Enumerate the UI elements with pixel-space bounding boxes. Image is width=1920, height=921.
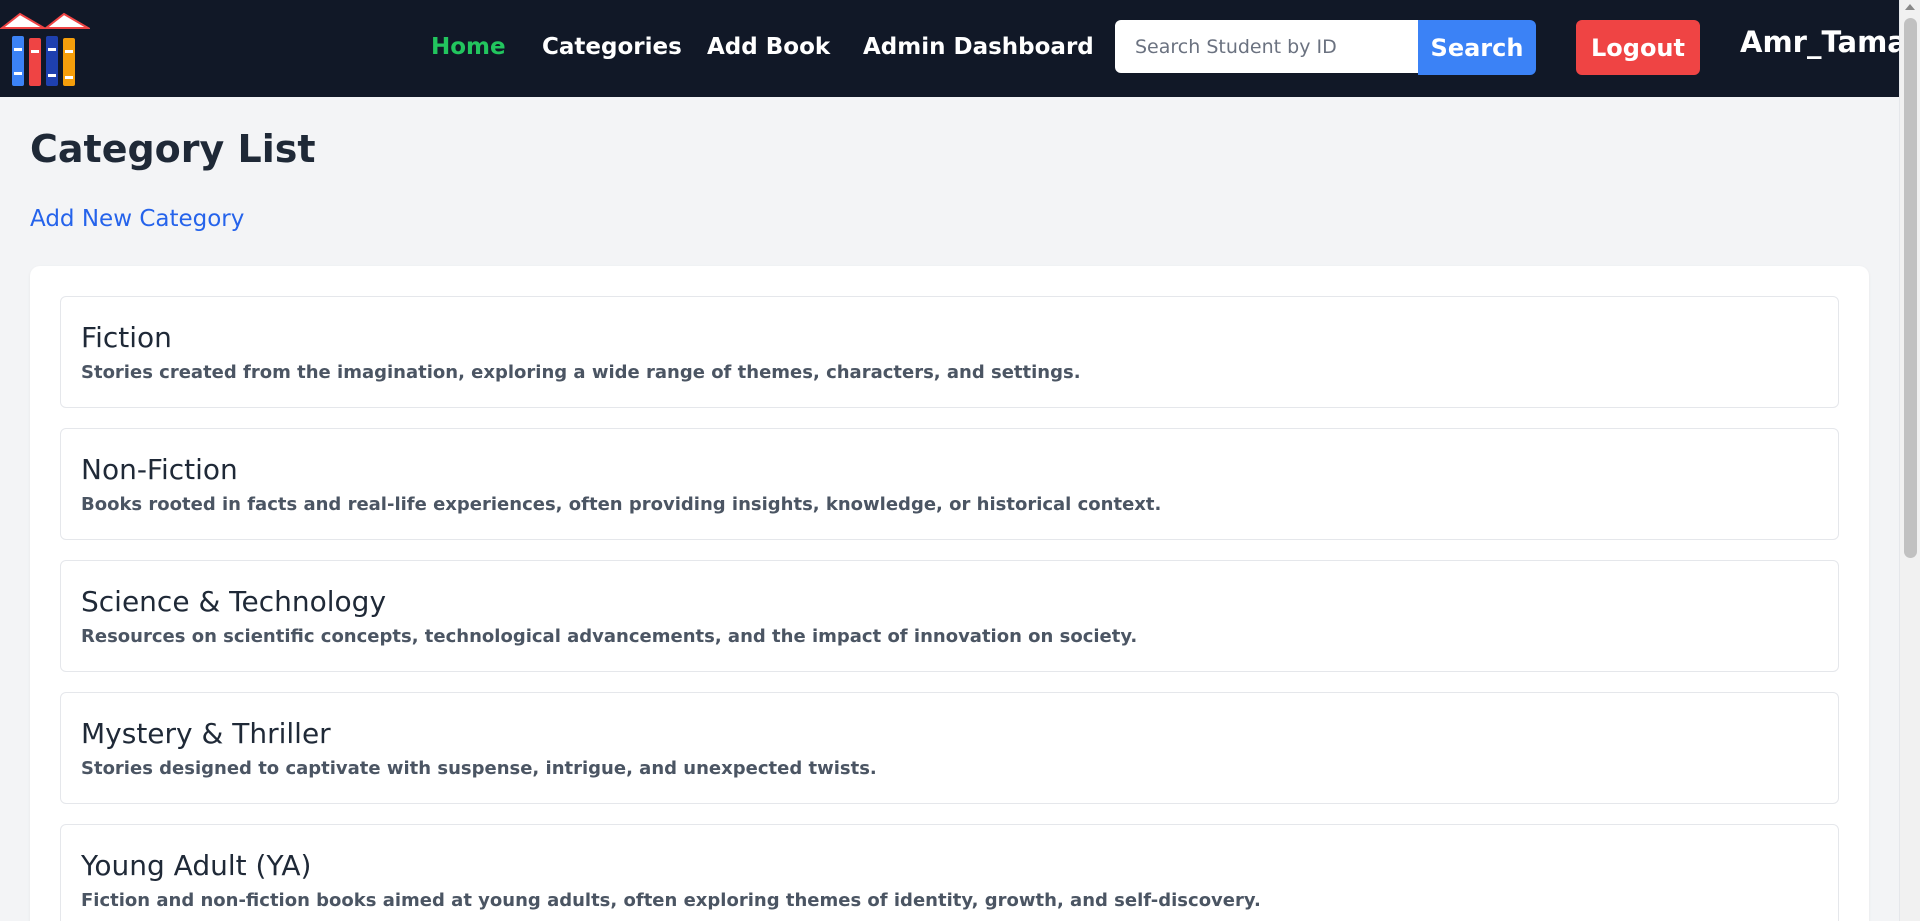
category-card-non-fiction[interactable]: Non-Fiction Books rooted in facts and re… [60, 428, 1839, 540]
category-card-fiction[interactable]: Fiction Stories created from the imagina… [60, 296, 1839, 408]
category-description: Stories designed to captivate with suspe… [81, 758, 877, 779]
category-card-young-adult[interactable]: Young Adult (YA) Fiction and non-fiction… [60, 824, 1839, 921]
username-label: Amr_Taman [1740, 25, 1920, 59]
category-description: Stories created from the imagination, ex… [81, 362, 1081, 383]
category-description: Fiction and non-fiction books aimed at y… [81, 890, 1261, 911]
search-student-input[interactable] [1115, 20, 1419, 73]
page-scrollbar[interactable] [1899, 0, 1920, 921]
scrollbar-thumb[interactable] [1904, 18, 1917, 558]
nav-link-add-book[interactable]: Add Book [707, 34, 830, 60]
logout-button[interactable]: Logout [1576, 20, 1700, 75]
category-description: Resources on scientific concepts, techno… [81, 626, 1138, 647]
top-navbar: Home Categories Add Book Admin Dashboard… [0, 0, 1920, 97]
page: Home Categories Add Book Admin Dashboard… [0, 0, 1920, 921]
category-name: Non-Fiction [81, 453, 238, 486]
category-name: Fiction [81, 321, 172, 354]
search-button[interactable]: Search [1418, 20, 1536, 75]
category-name: Science & Technology [81, 585, 387, 618]
category-list-panel: Fiction Stories created from the imagina… [30, 266, 1869, 921]
nav-link-admin-dashboard[interactable]: Admin Dashboard [863, 34, 1094, 60]
add-new-category-link[interactable]: Add New Category [30, 206, 244, 232]
category-name: Mystery & Thriller [81, 717, 331, 750]
category-name: Young Adult (YA) [81, 849, 312, 882]
scroll-up-arrow-icon[interactable] [1905, 4, 1915, 10]
category-card-mystery-thriller[interactable]: Mystery & Thriller Stories designed to c… [60, 692, 1839, 804]
category-description: Books rooted in facts and real-life expe… [81, 494, 1162, 515]
nav-link-home[interactable]: Home [431, 34, 506, 60]
nav-link-categories[interactable]: Categories [542, 34, 682, 60]
category-card-science-technology[interactable]: Science & Technology Resources on scient… [60, 560, 1839, 672]
books-logo-icon[interactable] [0, 8, 92, 88]
page-title: Category List [30, 127, 316, 171]
